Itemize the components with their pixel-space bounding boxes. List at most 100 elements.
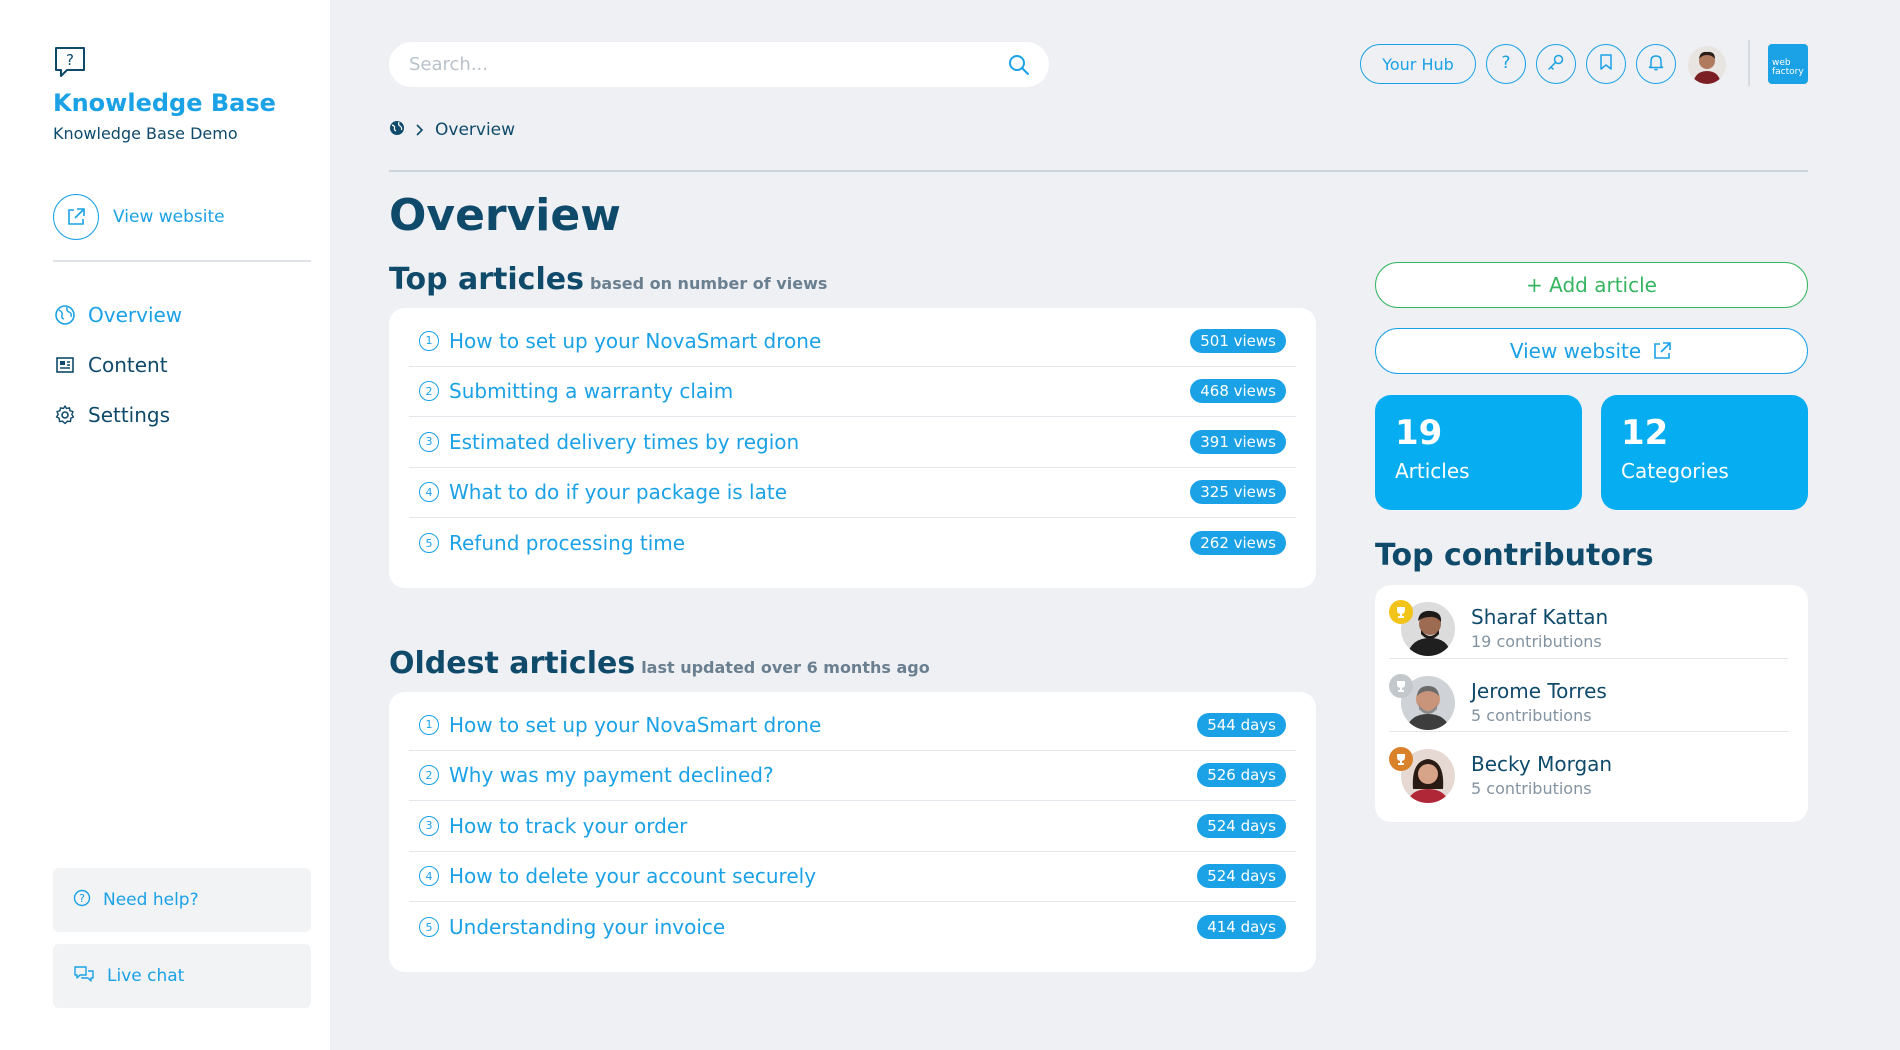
article-row[interactable]: 4 What to do if your package is late 325…: [409, 468, 1296, 518]
article-row[interactable]: 5 Understanding your invoice 414 days: [409, 902, 1296, 953]
key-button[interactable]: [1536, 44, 1576, 84]
rank-number: 1: [419, 714, 439, 735]
search-bar: [389, 42, 1049, 87]
contribution-count: 5 contributions: [1471, 779, 1592, 798]
oldest-articles-heading: Oldest articles last updated over 6 month…: [389, 646, 930, 681]
top-articles-card: 1 How to set up your NovaSmart drone 501…: [389, 308, 1316, 588]
article-row[interactable]: 2 Why was my payment declined? 526 days: [409, 751, 1296, 801]
top-articles-heading: Top articles based on number of views: [389, 262, 827, 297]
breadcrumb: Overview: [389, 120, 515, 140]
article-title[interactable]: How to set up your NovaSmart drone: [449, 713, 1197, 737]
rank-number: 3: [419, 815, 439, 836]
add-article-button[interactable]: + Add article: [1375, 262, 1808, 308]
stat-value: 19: [1395, 413, 1443, 453]
view-website-button[interactable]: View website: [1375, 328, 1808, 374]
help-icon: ?: [1496, 52, 1516, 76]
search-input[interactable]: [409, 42, 989, 87]
rank-number: 4: [419, 866, 439, 887]
live-chat-label: Live chat: [107, 966, 185, 986]
need-help-label: Need help?: [103, 890, 199, 910]
bookmark-icon: [1596, 52, 1616, 76]
article-row[interactable]: 2 Submitting a warranty claim 468 views: [409, 367, 1296, 417]
help-button[interactable]: ?: [1486, 44, 1526, 84]
rank-number: 4: [419, 482, 439, 503]
brand-title: Knowledge Base: [53, 89, 276, 117]
article-title[interactable]: Estimated delivery times by region: [449, 430, 1190, 454]
breadcrumb-divider: [389, 170, 1808, 172]
article-title[interactable]: Refund processing time: [449, 531, 1190, 555]
article-row[interactable]: 4 How to delete your account securely 52…: [409, 852, 1296, 902]
stat-label: Articles: [1395, 459, 1470, 483]
contributors-card: Sharaf Kattan 19 contributions Jerome To…: [1375, 585, 1808, 822]
bookmark-button[interactable]: [1586, 44, 1626, 84]
view-website-label: View website: [113, 207, 225, 227]
sidebar-item-settings[interactable]: Settings: [53, 390, 182, 440]
globe-icon[interactable]: [389, 120, 405, 140]
contributor-row[interactable]: Jerome Torres 5 contributions: [1389, 659, 1788, 732]
globe-icon: [53, 303, 77, 327]
rank-number: 2: [419, 381, 439, 402]
gear-icon: [53, 403, 77, 427]
need-help-button[interactable]: ? Need help?: [53, 868, 311, 932]
views-badge: 501 views: [1190, 328, 1286, 353]
chat-bubbles-icon: [73, 965, 95, 987]
top-contributors-heading: Top contributors: [1375, 538, 1654, 573]
your-hub-button[interactable]: Your Hub: [1360, 44, 1476, 84]
trophy-icon: [1389, 600, 1413, 624]
section-subtitle: last updated over 6 months ago: [641, 658, 930, 677]
views-badge: 325 views: [1190, 480, 1286, 505]
article-title[interactable]: How to delete your account securely: [449, 864, 1197, 888]
sidebar: ? Knowledge Base Knowledge Base Demo Vie…: [0, 0, 330, 1050]
views-badge: 262 views: [1190, 531, 1286, 556]
contributor-row[interactable]: Becky Morgan 5 contributions: [1389, 732, 1788, 806]
contributor-name: Jerome Torres: [1471, 678, 1607, 703]
sidebar-divider: [53, 260, 311, 262]
article-title[interactable]: Understanding your invoice: [449, 915, 1197, 939]
sidebar-item-content[interactable]: Content: [53, 340, 182, 390]
live-chat-button[interactable]: Live chat: [53, 944, 311, 1008]
article-title[interactable]: Why was my payment declined?: [449, 763, 1197, 787]
user-avatar[interactable]: [1688, 46, 1726, 84]
notifications-button[interactable]: [1636, 44, 1676, 84]
rank-number: 3: [419, 431, 439, 452]
days-badge: 414 days: [1197, 915, 1286, 940]
contributor-row[interactable]: Sharaf Kattan 19 contributions: [1389, 585, 1788, 659]
sidebar-nav: Overview Content Settings: [53, 290, 182, 440]
article-title[interactable]: What to do if your package is late: [449, 480, 1190, 504]
trophy-icon: [1389, 747, 1413, 771]
views-badge: 468 views: [1190, 379, 1286, 404]
svg-text:?: ?: [1501, 53, 1510, 72]
webfactory-logo[interactable]: web factory: [1768, 44, 1808, 84]
key-icon: [1546, 52, 1566, 76]
sidebar-view-website-link[interactable]: View website: [53, 194, 225, 240]
view-website-label: View website: [1509, 339, 1642, 363]
external-link-icon: [53, 194, 99, 240]
days-badge: 524 days: [1197, 864, 1286, 889]
contribution-count: 5 contributions: [1471, 705, 1592, 725]
brand-subtitle: Knowledge Base Demo: [53, 124, 238, 143]
article-row[interactable]: 1 How to set up your NovaSmart drone 544…: [409, 700, 1296, 751]
search-icon[interactable]: [1007, 53, 1031, 81]
article-title[interactable]: How to set up your NovaSmart drone: [449, 329, 1190, 353]
article-title[interactable]: How to track your order: [449, 814, 1197, 838]
sidebar-item-label: Content: [88, 353, 168, 377]
breadcrumb-current: Overview: [435, 120, 516, 140]
help-circle-icon: ?: [73, 889, 91, 911]
section-title: Top articles: [389, 262, 584, 297]
question-chat-icon: ?: [55, 47, 85, 77]
article-row[interactable]: 3 How to track your order 524 days: [409, 801, 1296, 852]
rank-number: 5: [419, 533, 439, 554]
article-row[interactable]: 5 Refund processing time 262 views: [409, 518, 1296, 569]
article-row[interactable]: 1 How to set up your NovaSmart drone 501…: [409, 316, 1296, 367]
svg-text:?: ?: [79, 892, 85, 905]
external-link-icon: [1651, 340, 1673, 362]
rank-number: 1: [419, 330, 439, 351]
articles-stat-card[interactable]: 19 Articles: [1375, 395, 1582, 510]
article-row[interactable]: 3 Estimated delivery times by region 391…: [409, 417, 1296, 468]
article-title[interactable]: Submitting a warranty claim: [449, 379, 1190, 403]
bell-icon: [1646, 52, 1666, 76]
contributor-name: Becky Morgan: [1471, 752, 1613, 776]
categories-stat-card[interactable]: 12 Categories: [1601, 395, 1808, 510]
sidebar-item-overview[interactable]: Overview: [53, 290, 182, 340]
section-subtitle: based on number of views: [589, 274, 828, 293]
